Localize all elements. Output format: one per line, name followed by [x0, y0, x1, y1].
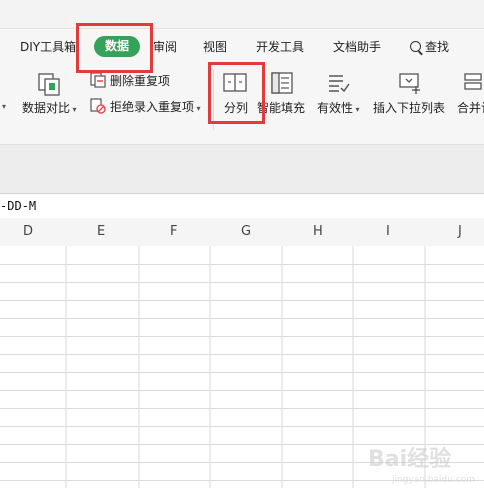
chevron-down-icon[interactable]: ▾ — [2, 102, 6, 111]
title-strip — [0, 0, 484, 29]
tab-developer[interactable]: 开发工具 — [256, 39, 304, 55]
data-compare-icon[interactable] — [36, 71, 62, 97]
data-compare-label: 数据对比 — [22, 101, 71, 115]
validity-button[interactable]: 有效性 ▾ — [317, 100, 360, 118]
reject-duplicates-icon — [90, 98, 106, 114]
validity-label: 有效性 — [317, 101, 354, 115]
search-label: 查找 — [425, 40, 450, 54]
data-compare-button[interactable]: 数据对比 ▾ — [22, 100, 77, 118]
reject-duplicates-label: 拒绝录入重复项 — [110, 100, 195, 114]
highlight-split-column — [208, 62, 265, 124]
column-header-h[interactable]: H — [313, 224, 323, 239]
toolbar-band — [0, 145, 484, 193]
search-icon — [410, 41, 421, 52]
merge-calc-icon — [464, 73, 482, 90]
smart-fill-icon — [271, 72, 293, 94]
column-header-g[interactable]: G — [241, 224, 251, 239]
watermark-text: Bai经验 — [368, 446, 451, 472]
column-header-row: D E F G H I J — [0, 218, 484, 247]
remove-duplicates-button[interactable]: 删除重复项 — [110, 73, 170, 89]
formula-text: -DD-M — [0, 199, 37, 213]
tab-view[interactable]: 视图 — [203, 39, 227, 55]
column-header-d[interactable]: D — [23, 224, 33, 239]
search-button[interactable]: 查找 — [410, 39, 449, 55]
highlight-data-tab — [76, 23, 153, 73]
reject-duplicates-button[interactable]: 拒绝录入重复项 ▾ — [110, 99, 201, 117]
column-header-f[interactable]: F — [170, 224, 177, 239]
remove-duplicates-icon — [90, 72, 106, 88]
tab-diy-toolbox[interactable]: DIY工具箱 — [20, 39, 76, 55]
tab-doc-assistant[interactable]: 文档助手 — [333, 39, 381, 55]
tab-review[interactable]: 审阅 — [153, 39, 177, 55]
column-header-e[interactable]: E — [97, 224, 105, 239]
validity-icon — [329, 75, 350, 93]
watermark-url: jingyan.baidu.com — [391, 475, 475, 485]
merge-calc-button[interactable]: 合并计 — [457, 100, 484, 116]
insert-dropdown-button[interactable]: 插入下拉列表 — [373, 100, 445, 116]
formula-bar[interactable]: -DD-M — [0, 193, 484, 219]
menu-bar: DIY工具箱 数据 审阅 视图 开发工具 文档助手 查找 — [0, 29, 484, 64]
dropdown-list-icon — [399, 73, 420, 94]
column-header-i[interactable]: I — [386, 224, 390, 239]
watermark-logo: Bai经验 jingyan.baidu.com — [368, 446, 475, 485]
column-header-j[interactable]: J — [458, 224, 462, 239]
